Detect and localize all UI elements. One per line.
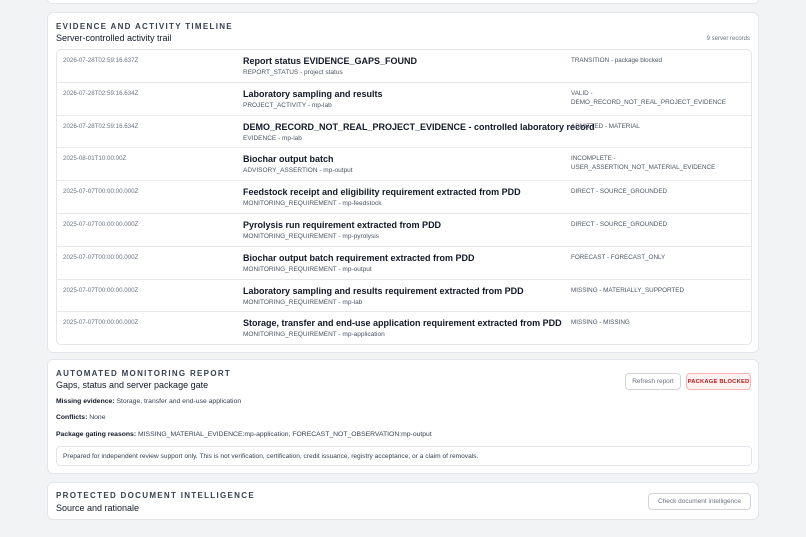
row-status: DIRECT - SOURCE_GROUNDED — [571, 188, 668, 196]
timeline-eyebrow: EVIDENCE AND ACTIVITY TIMELINE — [56, 22, 233, 31]
row-timestamp: 2025-07-07T00:00:00.000Z — [63, 253, 139, 261]
row-status: MISSING - MISSING — [571, 319, 630, 327]
gating-reasons-line: Package gating reasons: MISSING_MATERIAL… — [56, 431, 432, 438]
timeline-subtitle: Server-controlled activity trail — [56, 33, 172, 43]
row-status: DIRECT - SOURCE_GROUNDED — [571, 220, 668, 228]
row-subtitle: MONITORING_REQUIREMENT - mp-feedstock — [243, 200, 382, 208]
missing-evidence-line: Missing evidence: Storage, transfer and … — [56, 398, 241, 405]
row-subtitle: EVIDENCE - mp-lab — [243, 134, 302, 142]
row-title: DEMO_RECORD_NOT_REAL_PROJECT_EVIDENCE - … — [243, 121, 595, 132]
check-document-intelligence-button[interactable]: Check document intelligence — [648, 493, 751, 510]
row-subtitle: MONITORING_REQUIREMENT - mp-output — [243, 265, 372, 273]
timeline-row: 2026-07-28T02:59:16.634Z Laboratory samp… — [57, 83, 751, 116]
timeline-row: 2026-07-28T02:59:16.634Z DEMO_RECORD_NOT… — [57, 116, 751, 149]
row-timestamp: 2025-07-07T00:00:00.000Z — [63, 286, 139, 294]
row-timestamp: 2025-07-07T00:00:00.000Z — [63, 319, 139, 327]
row-title: Biochar output batch — [243, 154, 334, 165]
conflicts-value: None — [89, 414, 106, 421]
row-status: ADMITTED - MATERIAL — [571, 122, 640, 130]
row-title: Laboratory sampling and results requirem… — [243, 285, 524, 296]
row-status: MISSING - MATERIALLY_SUPPORTED — [571, 286, 685, 294]
timeline-row: 2025-07-07T00:00:00.000Z Pyrolysis run r… — [57, 214, 751, 247]
row-title: Storage, transfer and end-use applicatio… — [243, 318, 562, 329]
package-blocked-badge: PACKAGE BLOCKED — [686, 373, 751, 390]
conflicts-label: Conflicts: — [56, 414, 88, 421]
report-eyebrow: AUTOMATED MONITORING REPORT — [56, 369, 232, 378]
missing-evidence-label: Missing evidence: — [56, 398, 115, 405]
row-title: Laboratory sampling and results — [243, 88, 383, 99]
row-subtitle: REPORT_STATUS - project status — [243, 69, 343, 76]
row-subtitle: MONITORING_REQUIREMENT - mp-pyrolysis — [243, 232, 379, 240]
gating-reasons-value: MISSING_MATERIAL_EVIDENCE:mp-application… — [137, 431, 432, 438]
row-timestamp: 2025-07-07T00:00:00.000Z — [63, 188, 139, 196]
row-subtitle: ADVISORY_ASSERTION - mp-output — [243, 167, 353, 175]
record-count: 9 server records — [706, 36, 750, 42]
row-timestamp: 2026-07-28T02:59:16.637Z — [63, 57, 139, 64]
timeline-row: 2025-08-01T10:00:00Z Biochar output batc… — [57, 148, 751, 182]
previous-card-edge — [47, 0, 759, 4]
conflicts-line: Conflicts: None — [56, 414, 105, 421]
row-status: INCOMPLETE - USER_ASSERTION_NOT_MATERIAL… — [571, 155, 716, 172]
missing-evidence-value: Storage, transfer and end-use applicatio… — [116, 398, 242, 405]
review-disclaimer: Prepared for independent review support … — [56, 446, 752, 466]
row-title: Feedstock receipt and eligibility requir… — [243, 187, 521, 198]
row-title: Report status EVIDENCE_GAPS_FOUND — [243, 56, 418, 66]
row-status: TRANSITION - package blocked — [571, 57, 662, 64]
row-subtitle: MONITORING_REQUIREMENT - mp-application — [243, 331, 385, 339]
timeline-row: 2025-07-07T00:00:00.000Z Storage, transf… — [57, 312, 751, 344]
row-status: FORECAST - FORECAST_ONLY — [571, 253, 666, 261]
timeline-row: 2026-07-28T02:59:16.637Z Report status E… — [57, 50, 751, 83]
intel-subtitle: Source and rationale — [56, 503, 140, 513]
row-timestamp: 2025-08-01T10:00:00Z — [63, 155, 127, 163]
row-subtitle: PROJECT_ACTIVITY - mp-lab — [243, 101, 332, 109]
timeline-row: 2025-07-07T00:00:00.000Z Laboratory samp… — [57, 280, 751, 313]
evidence-timeline-card: EVIDENCE AND ACTIVITY TIMELINE Server-co… — [47, 12, 759, 353]
intel-eyebrow: PROTECTED DOCUMENT INTELLIGENCE — [56, 491, 255, 500]
timeline-row: 2025-07-07T00:00:00.000Z Biochar output … — [57, 247, 751, 280]
report-subtitle: Gaps, status and server package gate — [56, 380, 209, 390]
row-timestamp: 2026-07-28T02:59:16.634Z — [63, 122, 139, 130]
monitoring-report-card: AUTOMATED MONITORING REPORT Gaps, status… — [47, 359, 759, 474]
row-status: VALID - DEMO_RECORD_NOT_REAL_PROJECT_EVI… — [571, 89, 727, 106]
document-intelligence-card: PROTECTED DOCUMENT INTELLIGENCE Source a… — [47, 482, 759, 520]
timeline-list: 2026-07-28T02:59:16.637Z Report status E… — [56, 49, 752, 345]
row-timestamp: 2025-07-07T00:00:00.000Z — [63, 220, 139, 228]
refresh-report-button[interactable]: Refresh report — [625, 373, 681, 390]
row-subtitle: MONITORING_REQUIREMENT - mp-lab — [243, 298, 363, 306]
row-title: Pyrolysis run requirement extracted from… — [243, 219, 442, 230]
row-timestamp: 2026-07-28T02:59:16.634Z — [63, 89, 139, 97]
gating-reasons-label: Package gating reasons: — [56, 431, 137, 438]
timeline-row: 2025-07-07T00:00:00.000Z Feedstock recei… — [57, 181, 751, 214]
row-title: Biochar output batch requirement extract… — [243, 252, 475, 263]
